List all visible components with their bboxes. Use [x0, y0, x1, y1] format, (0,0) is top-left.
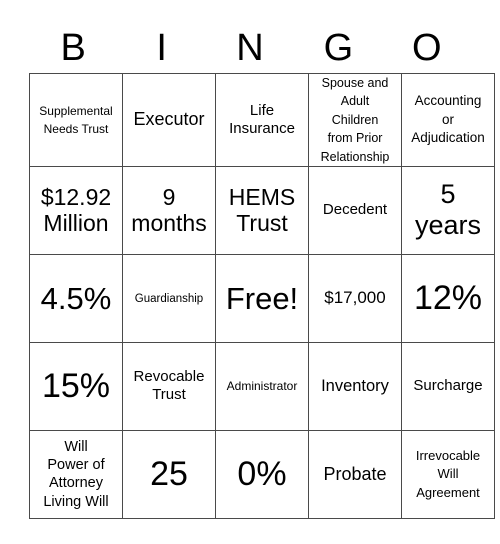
bingo-header: B I N G O: [29, 22, 471, 74]
header-letter-n: N: [236, 27, 264, 69]
bingo-cell[interactable]: HEMS Trust: [215, 165, 309, 255]
bingo-cell[interactable]: Executor: [122, 73, 216, 167]
bingo-cell[interactable]: Supplemental Needs Trust: [29, 73, 123, 167]
bingo-cell[interactable]: Probate: [308, 429, 402, 519]
cell-label: Probate: [323, 463, 387, 484]
bingo-cell[interactable]: Inventory: [308, 341, 402, 431]
bingo-row: 4.5% Guardianship Free! $17,000 12%: [29, 253, 495, 343]
cell-label: Free!: [225, 280, 299, 316]
bingo-cell[interactable]: Guardianship: [122, 253, 216, 343]
bingo-row: 15% Revocable Trust Administrator Invent…: [29, 341, 495, 431]
bingo-cell[interactable]: Will Power of Attorney Living Will: [29, 429, 123, 519]
bingo-cell[interactable]: Life Insurance: [215, 73, 309, 167]
bingo-cell[interactable]: Administrator: [215, 341, 309, 431]
bingo-cell[interactable]: $12.92 Million: [29, 165, 123, 255]
bingo-row: $12.92 Million 9 months HEMS Trust Deced…: [29, 165, 495, 255]
bingo-cell[interactable]: Irrevocable Will Agreement: [401, 429, 495, 519]
bingo-cell[interactable]: 25: [122, 429, 216, 519]
cell-label: Guardianship: [134, 293, 204, 306]
header-letter-b: B: [60, 27, 86, 69]
cell-label: Executor: [133, 109, 205, 130]
bingo-cell[interactable]: Spouse and Adult Children from Prior Rel…: [308, 73, 402, 167]
cell-label: Accounting or Adjudication: [411, 93, 485, 146]
bingo-cell[interactable]: 12%: [401, 253, 495, 343]
cell-label: Spouse and Adult Children from Prior Rel…: [320, 76, 390, 164]
cell-label: Inventory: [321, 376, 389, 395]
cell-label: 15%: [41, 366, 111, 405]
cell-label: Life Insurance: [229, 101, 295, 137]
cell-label: HEMS Trust: [228, 184, 296, 237]
bingo-cell[interactable]: $17,000: [308, 253, 402, 343]
cell-label: $17,000: [324, 288, 386, 308]
bingo-row: Supplemental Needs Trust Executor Life I…: [29, 73, 495, 167]
cell-label: 25: [150, 454, 188, 493]
cell-label: Supplemental Needs Trust: [39, 103, 113, 136]
cell-label: Irrevocable Will Agreement: [415, 447, 481, 500]
bingo-cell[interactable]: Accounting or Adjudication: [401, 73, 495, 167]
header-letter-o: O: [412, 27, 442, 69]
header-letter-i: I: [156, 27, 167, 69]
bingo-cell[interactable]: 4.5%: [29, 253, 123, 343]
cell-label: Will Power of Attorney Living Will: [43, 438, 109, 510]
bingo-cell[interactable]: 5 years: [401, 165, 495, 255]
bingo-row: Will Power of Attorney Living Will 25 0%…: [29, 429, 495, 519]
cell-label: 9 months: [131, 184, 207, 237]
bingo-cell[interactable]: 0%: [215, 429, 309, 519]
bingo-cell[interactable]: Decedent: [308, 165, 402, 255]
cell-label: 5 years: [414, 179, 482, 241]
cell-label: Revocable Trust: [133, 368, 205, 404]
free-space[interactable]: Free!: [215, 253, 309, 343]
bingo-card: Supplemental Needs Trust Executor Life I…: [29, 73, 495, 519]
bingo-cell[interactable]: Surcharge: [401, 341, 495, 431]
cell-label: Decedent: [322, 201, 388, 219]
cell-label: 4.5%: [40, 280, 112, 316]
cell-label: Administrator: [226, 379, 298, 394]
cell-label: 0%: [237, 454, 287, 493]
cell-label: 12%: [413, 278, 483, 317]
bingo-cell[interactable]: 15%: [29, 341, 123, 431]
bingo-cell[interactable]: 9 months: [122, 165, 216, 255]
header-letter-g: G: [323, 27, 354, 69]
bingo-cell[interactable]: Revocable Trust: [122, 341, 216, 431]
cell-label: Surcharge: [413, 377, 483, 395]
cell-label: $12.92 Million: [40, 184, 112, 237]
